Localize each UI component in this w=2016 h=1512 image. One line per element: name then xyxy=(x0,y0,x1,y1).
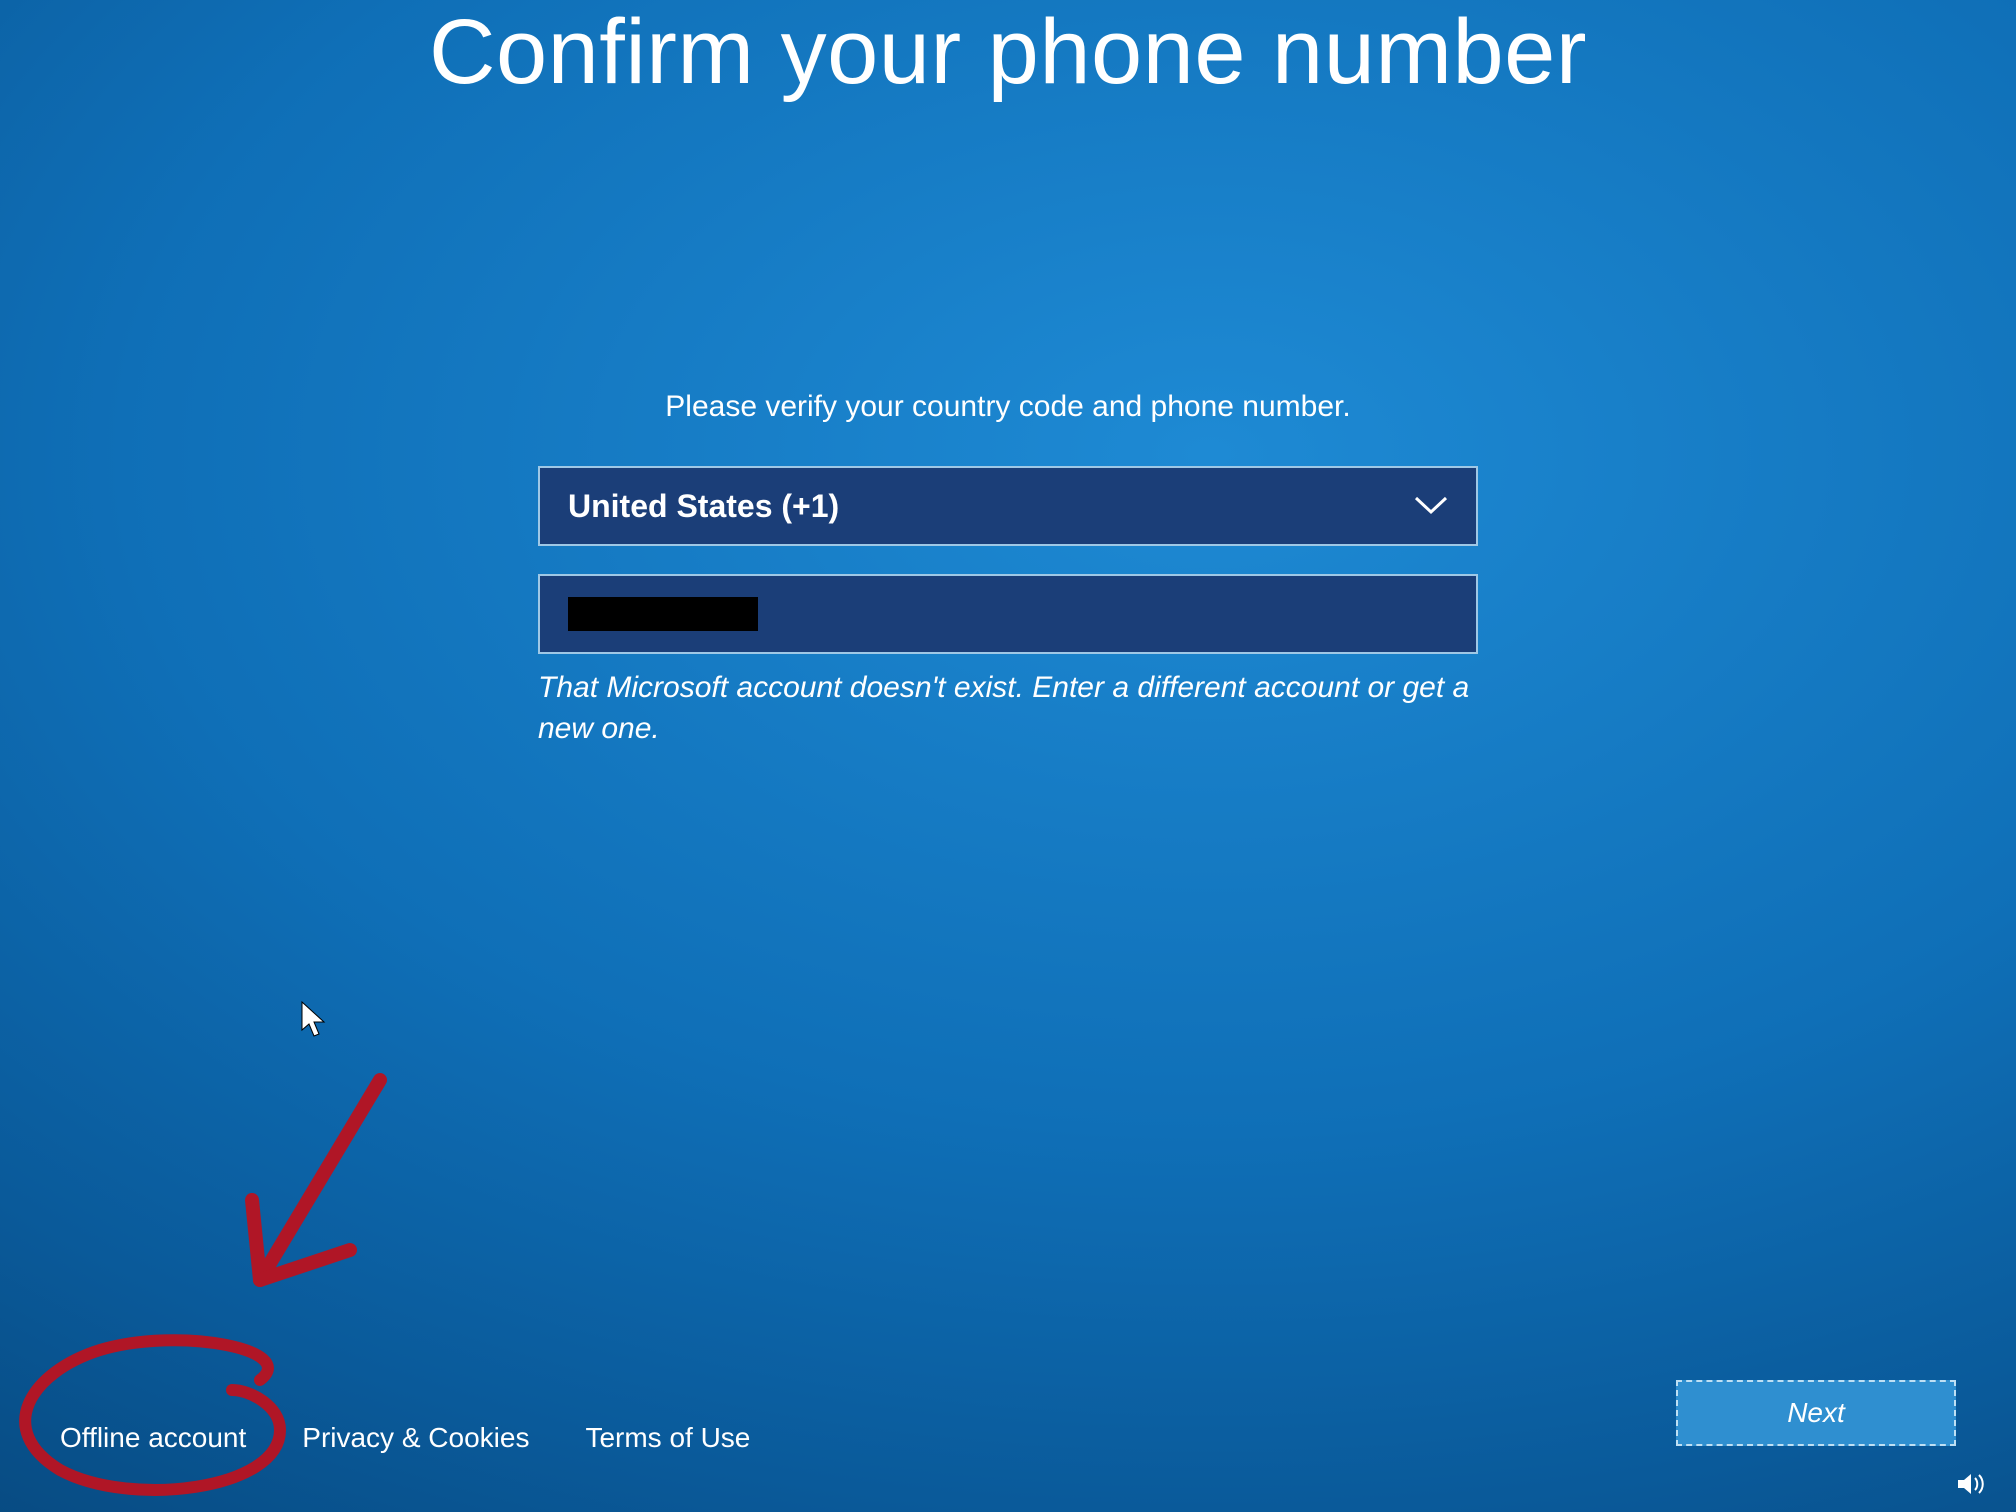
page-title: Confirm your phone number xyxy=(0,0,2016,105)
offline-account-link[interactable]: Offline account xyxy=(60,1422,246,1454)
country-code-select[interactable]: United States (+1) xyxy=(538,466,1478,546)
annotation-arrow-icon xyxy=(180,1060,440,1320)
volume-icon[interactable] xyxy=(1956,1471,1986,1502)
redacted-value xyxy=(568,597,758,631)
phone-number-input[interactable] xyxy=(538,574,1478,654)
footer-links: Offline account Privacy & Cookies Terms … xyxy=(60,1422,750,1454)
annotation-circle-icon xyxy=(0,1320,320,1500)
instruction-text: Please verify your country code and phon… xyxy=(538,390,1478,424)
privacy-cookies-link[interactable]: Privacy & Cookies xyxy=(302,1422,529,1454)
error-message: That Microsoft account doesn't exist. En… xyxy=(538,668,1478,749)
chevron-down-icon xyxy=(1414,496,1448,516)
cursor-icon xyxy=(300,1000,328,1038)
country-code-value: United States (+1) xyxy=(568,488,839,525)
signin-form: Please verify your country code and phon… xyxy=(538,390,1478,749)
terms-of-use-link[interactable]: Terms of Use xyxy=(585,1422,750,1454)
next-button[interactable]: Next xyxy=(1676,1380,1956,1446)
